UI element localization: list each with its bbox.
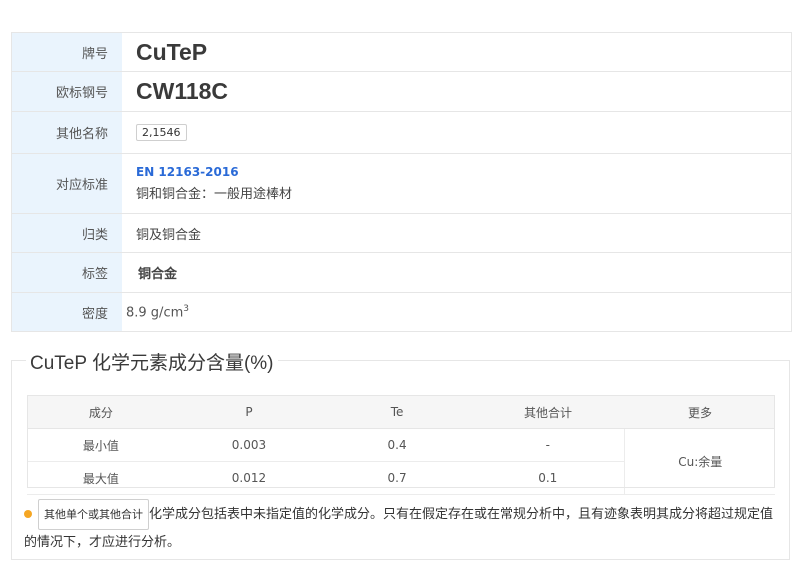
density-unit-exponent: 3 (183, 303, 189, 314)
eu-grade-value: CW118C (136, 78, 229, 104)
standard-label: 对应标准 (12, 154, 122, 213)
row-grade: 牌号 CuTeP (12, 33, 791, 72)
category-value: 铜及铜合金 (136, 227, 202, 243)
other-names-label: 其他名称 (12, 112, 122, 153)
header-te: Te (323, 395, 472, 429)
composition-table: 成分 P Te 其他合计 更多 最小值 0.003 0.4 - Cu:余量 最大… (27, 395, 775, 495)
grade-value: CuTeP (136, 38, 208, 65)
more-value: Cu:余量 (624, 428, 775, 495)
category-label: 归类 (12, 214, 122, 252)
density-label: 密度 (12, 293, 122, 331)
standard-description: 铜和铜合金：一般用途棒材 (136, 187, 293, 202)
table-row: 最小值 0.003 0.4 - Cu:余量 (27, 428, 775, 495)
bullet-icon (24, 509, 32, 518)
min-other: - (471, 428, 625, 462)
eu-grade-label: 欧标钢号 (12, 72, 122, 111)
grade-label: 牌号 (12, 33, 122, 71)
min-te: 0.4 (323, 428, 472, 462)
composition-title: CuTeP 化学元素成分含量(%) (26, 348, 278, 375)
row-density: 密度 8.9 g/cm3 (12, 293, 791, 332)
standard-link[interactable]: EN 12163-2016 (136, 165, 292, 179)
max-p: 0.012 (174, 461, 324, 495)
density-value: 8.9 g/cm3 (126, 303, 189, 321)
tag-label: 标签 (12, 253, 122, 292)
other-name-chip[interactable]: 2,1546 (136, 124, 187, 141)
min-label: 最小值 (27, 428, 175, 462)
row-eu-grade: 欧标钢号 CW118C (12, 72, 791, 112)
header-more: 更多 (624, 395, 775, 429)
composition-header-row: 成分 P Te 其他合计 更多 (27, 395, 775, 429)
max-label: 最大值 (27, 461, 175, 495)
max-te: 0.7 (323, 461, 472, 495)
note-chip[interactable]: 其他单个或其他合计 (38, 499, 149, 530)
row-other-names: 其他名称 2,1546 (12, 112, 791, 154)
properties-table: 牌号 CuTeP 欧标钢号 CW118C 其他名称 2,1546 对应标准 EN… (11, 32, 792, 332)
composition-note: 其他单个或其他合计 化学成分包括表中未指定值的化学成分。只有在假定存在或在常规分析… (24, 499, 776, 555)
min-p: 0.003 (174, 428, 324, 462)
row-standard: 对应标准 EN 12163-2016 铜和铜合金：一般用途棒材 (12, 154, 791, 214)
max-other: 0.1 (471, 461, 625, 495)
row-category: 归类 铜及铜合金 (12, 214, 791, 253)
header-p: P (174, 395, 324, 429)
tag-value[interactable]: 铜合金 (136, 263, 177, 282)
header-other-total: 其他合计 (471, 395, 625, 429)
header-element: 成分 (27, 395, 175, 429)
row-tag: 标签 铜合金 (12, 253, 791, 293)
